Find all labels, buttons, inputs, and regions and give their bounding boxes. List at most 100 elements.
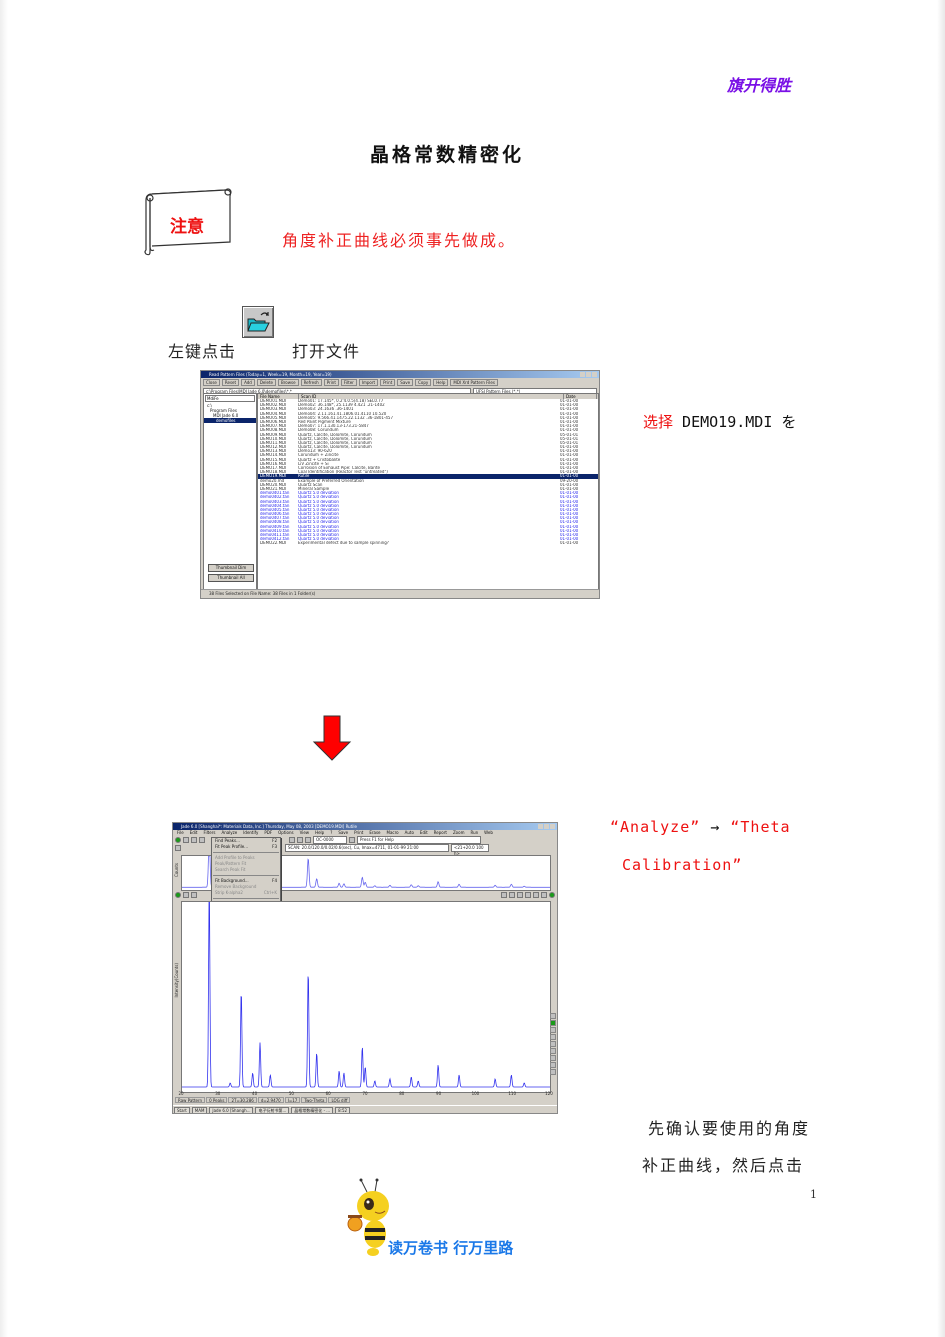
tool-icon[interactable] — [349, 837, 355, 843]
pdf-combo[interactable]: OC-0000 — [313, 836, 347, 844]
select-word: 选择 — [643, 413, 674, 431]
dialog-toolbar-button[interactable]: Close — [203, 379, 220, 386]
tool-icon[interactable] — [191, 892, 197, 898]
tool-icon[interactable] — [199, 837, 205, 843]
menu-pdf[interactable]: PDF — [264, 830, 272, 836]
help-icon[interactable] — [550, 1020, 556, 1026]
menu-item-fit-peak-profile[interactable]: Fit Peak Profile... F3 — [212, 844, 280, 850]
range-readout: <21+20.0 100 h> — [451, 844, 489, 856]
tool-icon[interactable] — [550, 1041, 556, 1047]
zoom-in-icon[interactable] — [501, 892, 507, 898]
tool-icon[interactable] — [533, 892, 539, 898]
tool-icon[interactable] — [297, 837, 303, 843]
taskbar-item[interactable]: 晶格常数精密化 - ... — [291, 1106, 334, 1113]
tool-icon[interactable] — [550, 1062, 556, 1068]
down-arrow-icon — [312, 715, 352, 761]
menu-item-search-peak-fit[interactable]: Search Peak Fit — [212, 867, 280, 873]
status-field: Two-Theta — [301, 1097, 328, 1103]
side-toolbar — [550, 1013, 556, 1075]
tool-icon[interactable] — [175, 845, 181, 851]
dialog-toolbar-button[interactable]: Copy — [415, 379, 432, 386]
tool-icon[interactable] — [517, 892, 523, 898]
taskbar-item[interactable]: 电子衍射书第... — [255, 1106, 290, 1113]
file-list-row[interactable]: DEMO22.MDI Experimental defect due to sam… — [258, 541, 598, 545]
page-edge-right — [937, 0, 945, 1337]
file-date-cell: 01-01-00 — [560, 541, 579, 546]
drive-select[interactable]: MdiFe — [205, 395, 255, 402]
tool-icon[interactable] — [289, 837, 295, 843]
tool-icon[interactable] — [305, 837, 311, 843]
tool-icon[interactable] — [550, 1027, 556, 1033]
menu-options[interactable]: Options — [278, 830, 293, 836]
zoom-out-icon[interactable] — [509, 892, 515, 898]
tool-icon[interactable] — [550, 1069, 556, 1075]
dialog-toolbar-button[interactable]: Add — [241, 379, 255, 386]
folder-tree-item[interactable]: demofiles — [204, 418, 256, 423]
close-button[interactable] — [592, 372, 597, 377]
tool-icon[interactable] — [550, 1048, 556, 1054]
tool-icon[interactable] — [541, 892, 547, 898]
folder-pane: MdiFe c:\ Program Files MDI Jade 6.0 demofi… — [203, 393, 257, 591]
tool-icon[interactable] — [550, 1034, 556, 1040]
menu-identify[interactable]: Identify — [243, 830, 258, 836]
step2-caption: “Analyze” → “Theta — [610, 818, 791, 836]
minimize-button[interactable] — [580, 372, 585, 377]
tool-icon[interactable] — [191, 837, 197, 843]
menu-file[interactable]: File — [177, 830, 184, 836]
dialog-toolbar-button[interactable]: Import — [358, 379, 379, 386]
analyze-menu-ref: “Analyze” — [610, 818, 701, 836]
dialog-status: 38 Files Selected on File Name: 38 Files… — [201, 589, 599, 598]
dialog-toolbar-button[interactable]: Filter — [340, 379, 357, 386]
close-button[interactable] — [550, 824, 555, 829]
menu-view[interactable]: View — [300, 830, 310, 836]
dialog-toolbar-button[interactable]: Save — [397, 379, 414, 386]
menu-analyze[interactable]: Analyze — [221, 830, 237, 836]
run-icon[interactable] — [175, 892, 181, 898]
file-scan-id-cell: Experimental defect due to sample spinni… — [298, 541, 389, 546]
dialog-toolbar: Close Reset Add Delete Browse Refresh Print Fil… — [201, 378, 599, 387]
document-title: 晶格常数精密化 — [370, 144, 525, 166]
status-field: d=2.9470 — [257, 1097, 284, 1103]
accept-icon[interactable] — [549, 892, 555, 898]
menu-separator — [213, 875, 279, 876]
tool-icon[interactable] — [183, 837, 189, 843]
file-name-cell: DEMO22.MDI — [260, 541, 287, 546]
jade-statusbar: Raw Pattern 0 Peaks 2T=30.286 d=2.9470 I=17 T… — [175, 1097, 555, 1103]
maximize-button[interactable] — [586, 372, 591, 377]
page-number: 1 — [810, 1188, 817, 1201]
tool-icon[interactable] — [183, 892, 189, 898]
dialog-toolbar-button[interactable]: Help — [433, 379, 449, 386]
dialog-toolbar-button[interactable]: Print — [380, 379, 396, 386]
thumbnail-dim-button[interactable]: Thumbnail Dim — [208, 564, 254, 572]
open-folder-button[interactable] — [242, 306, 274, 338]
x-tick-label: 30 — [215, 1091, 221, 1096]
dialog-toolbar-button[interactable]: MDI Xrd Pattern Files — [450, 379, 498, 386]
dialog-toolbar-button[interactable]: Reset — [221, 379, 240, 386]
windows-taskbar: Start MAM Jade 6.0 [Shangh... 电子衍射书第... 晶格常数… — [173, 1105, 557, 1113]
menu-filters[interactable]: Filters — [203, 830, 215, 836]
tool-icon[interactable] — [550, 1055, 556, 1061]
taskbar-item[interactable]: Jade 6.0 [Shangh... — [209, 1106, 254, 1113]
dialog-toolbar-button[interactable]: Print — [323, 379, 339, 386]
maximize-button[interactable] — [544, 824, 549, 829]
menu-item-strip-k-alpha[interactable]: Strip K-alpha2 Ctrl+K — [212, 890, 280, 896]
tool-icon[interactable] — [525, 892, 531, 898]
menu-edit[interactable]: Edit — [190, 830, 198, 836]
footer-slogan: 读万卷书 行万里路 — [388, 1239, 514, 1257]
thumbnail-all-button[interactable]: Thumbnail All — [208, 574, 254, 582]
minimize-button[interactable] — [538, 824, 543, 829]
x-tick-label: 110 — [508, 1091, 517, 1096]
dialog-toolbar-button[interactable]: Delete — [256, 379, 276, 386]
dialog-toolbar-button[interactable]: Browse — [278, 379, 299, 386]
step1-caption: 选择 DEMO19.MDI を — [643, 411, 796, 432]
tool-icon[interactable] — [550, 1013, 556, 1019]
dialog-toolbar-button[interactable]: Refresh — [300, 379, 322, 386]
taskbar-item[interactable]: MAM — [191, 1106, 208, 1113]
start-button[interactable]: Start — [174, 1106, 190, 1113]
menu-separator — [213, 852, 279, 853]
run-icon[interactable] — [175, 837, 181, 843]
scan-info: SCAN: 20.0/120.0/0.02/0.6(sec), Cu, Imax… — [285, 844, 449, 852]
menu-web[interactable]: Web — [484, 830, 493, 836]
pattern-plot[interactable] — [181, 901, 551, 1093]
header-slogan: 旗开得胜 — [727, 76, 792, 95]
